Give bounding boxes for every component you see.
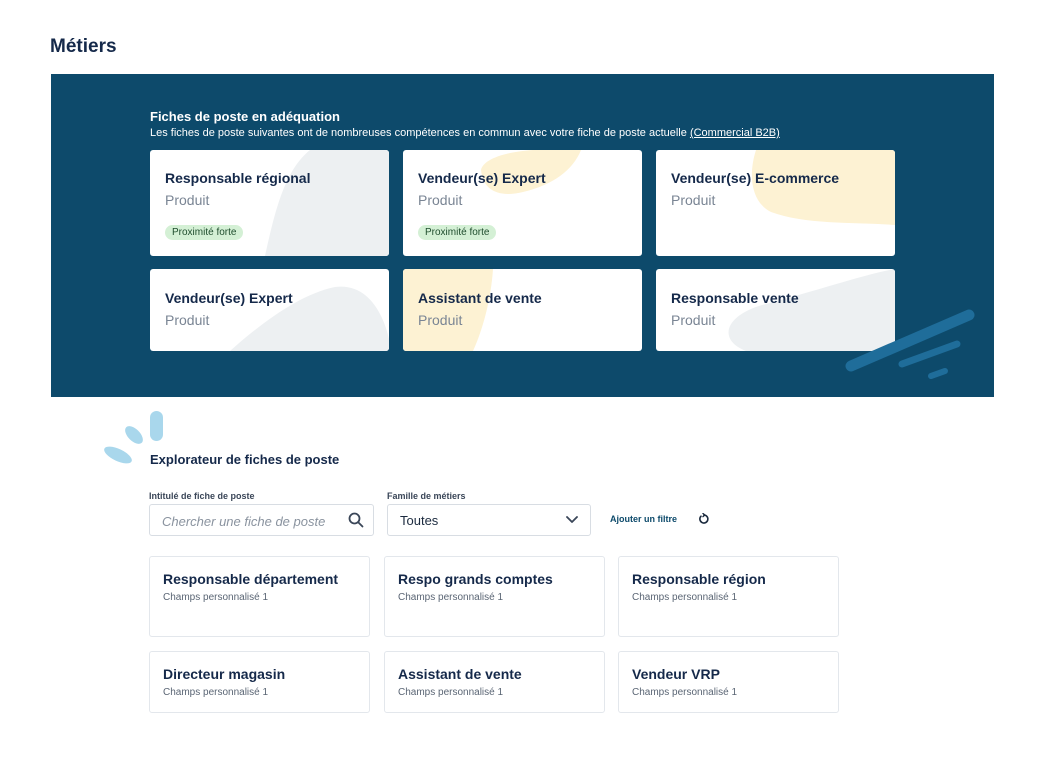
job-card[interactable]: Responsable département Champs personnal… <box>149 556 370 637</box>
search-icon[interactable] <box>348 512 364 528</box>
job-subtitle: Champs personnalisé 1 <box>163 592 269 603</box>
job-title: Responsable région <box>632 571 766 587</box>
family-label: Famille de métiers <box>387 491 466 501</box>
family-select-value: Toutes <box>400 513 439 528</box>
job-title: Directeur magasin <box>163 666 286 682</box>
page-title: Métiers <box>50 36 117 57</box>
job-title: Vendeur VRP <box>632 666 720 682</box>
job-card[interactable]: Responsable région Champs personnalisé 1 <box>618 556 839 637</box>
job-subtitle: Champs personnalisé 1 <box>163 687 269 698</box>
card-title: Vendeur(se) E-commerce <box>671 170 840 186</box>
card-title: Responsable vente <box>671 290 799 306</box>
job-subtitle: Champs personnalisé 1 <box>632 687 738 698</box>
card-subtitle: Produit <box>165 192 210 208</box>
family-select[interactable]: Toutes <box>387 504 591 536</box>
job-card[interactable]: Assistant de vente Champs personnalisé 1 <box>384 651 605 713</box>
job-title: Responsable département <box>163 571 339 587</box>
search-field <box>149 504 374 536</box>
job-subtitle: Champs personnalisé 1 <box>398 687 504 698</box>
job-subtitle: Champs personnalisé 1 <box>632 592 738 603</box>
reset-icon[interactable] <box>698 513 710 525</box>
card-subtitle: Produit <box>165 312 210 328</box>
explorer-title: Explorateur de fiches de poste <box>150 452 340 467</box>
card-title: Vendeur(se) Expert <box>418 170 546 186</box>
job-card[interactable]: Vendeur VRP Champs personnalisé 1 <box>618 651 839 713</box>
card-subtitle: Produit <box>671 312 716 328</box>
chevron-down-icon <box>566 516 578 523</box>
card-title: Responsable régional <box>165 170 311 186</box>
card-subtitle: Produit <box>671 192 716 208</box>
proximity-badge: Proximité forte <box>165 225 244 240</box>
proximity-badge: Proximité forte <box>418 225 497 240</box>
search-label: Intitulé de fiche de poste <box>149 491 255 501</box>
card-title: Assistant de vente <box>418 290 542 306</box>
card-subtitle: Produit <box>418 312 463 328</box>
job-subtitle: Champs personnalisé 1 <box>398 592 504 603</box>
job-card[interactable]: Directeur magasin Champs personnalisé 1 <box>149 651 370 713</box>
job-title: Assistant de vente <box>398 666 522 682</box>
matching-jobs-banner: Fiches de poste en adéquation Les fiches… <box>51 74 994 397</box>
job-title: Respo grands comptes <box>398 571 553 587</box>
add-filter-link[interactable]: Ajouter un filtre <box>610 514 677 524</box>
search-input[interactable] <box>162 511 342 531</box>
card-title: Vendeur(se) Expert <box>165 290 293 306</box>
job-card[interactable]: Respo grands comptes Champs personnalisé… <box>384 556 605 637</box>
card-subtitle: Produit <box>418 192 463 208</box>
